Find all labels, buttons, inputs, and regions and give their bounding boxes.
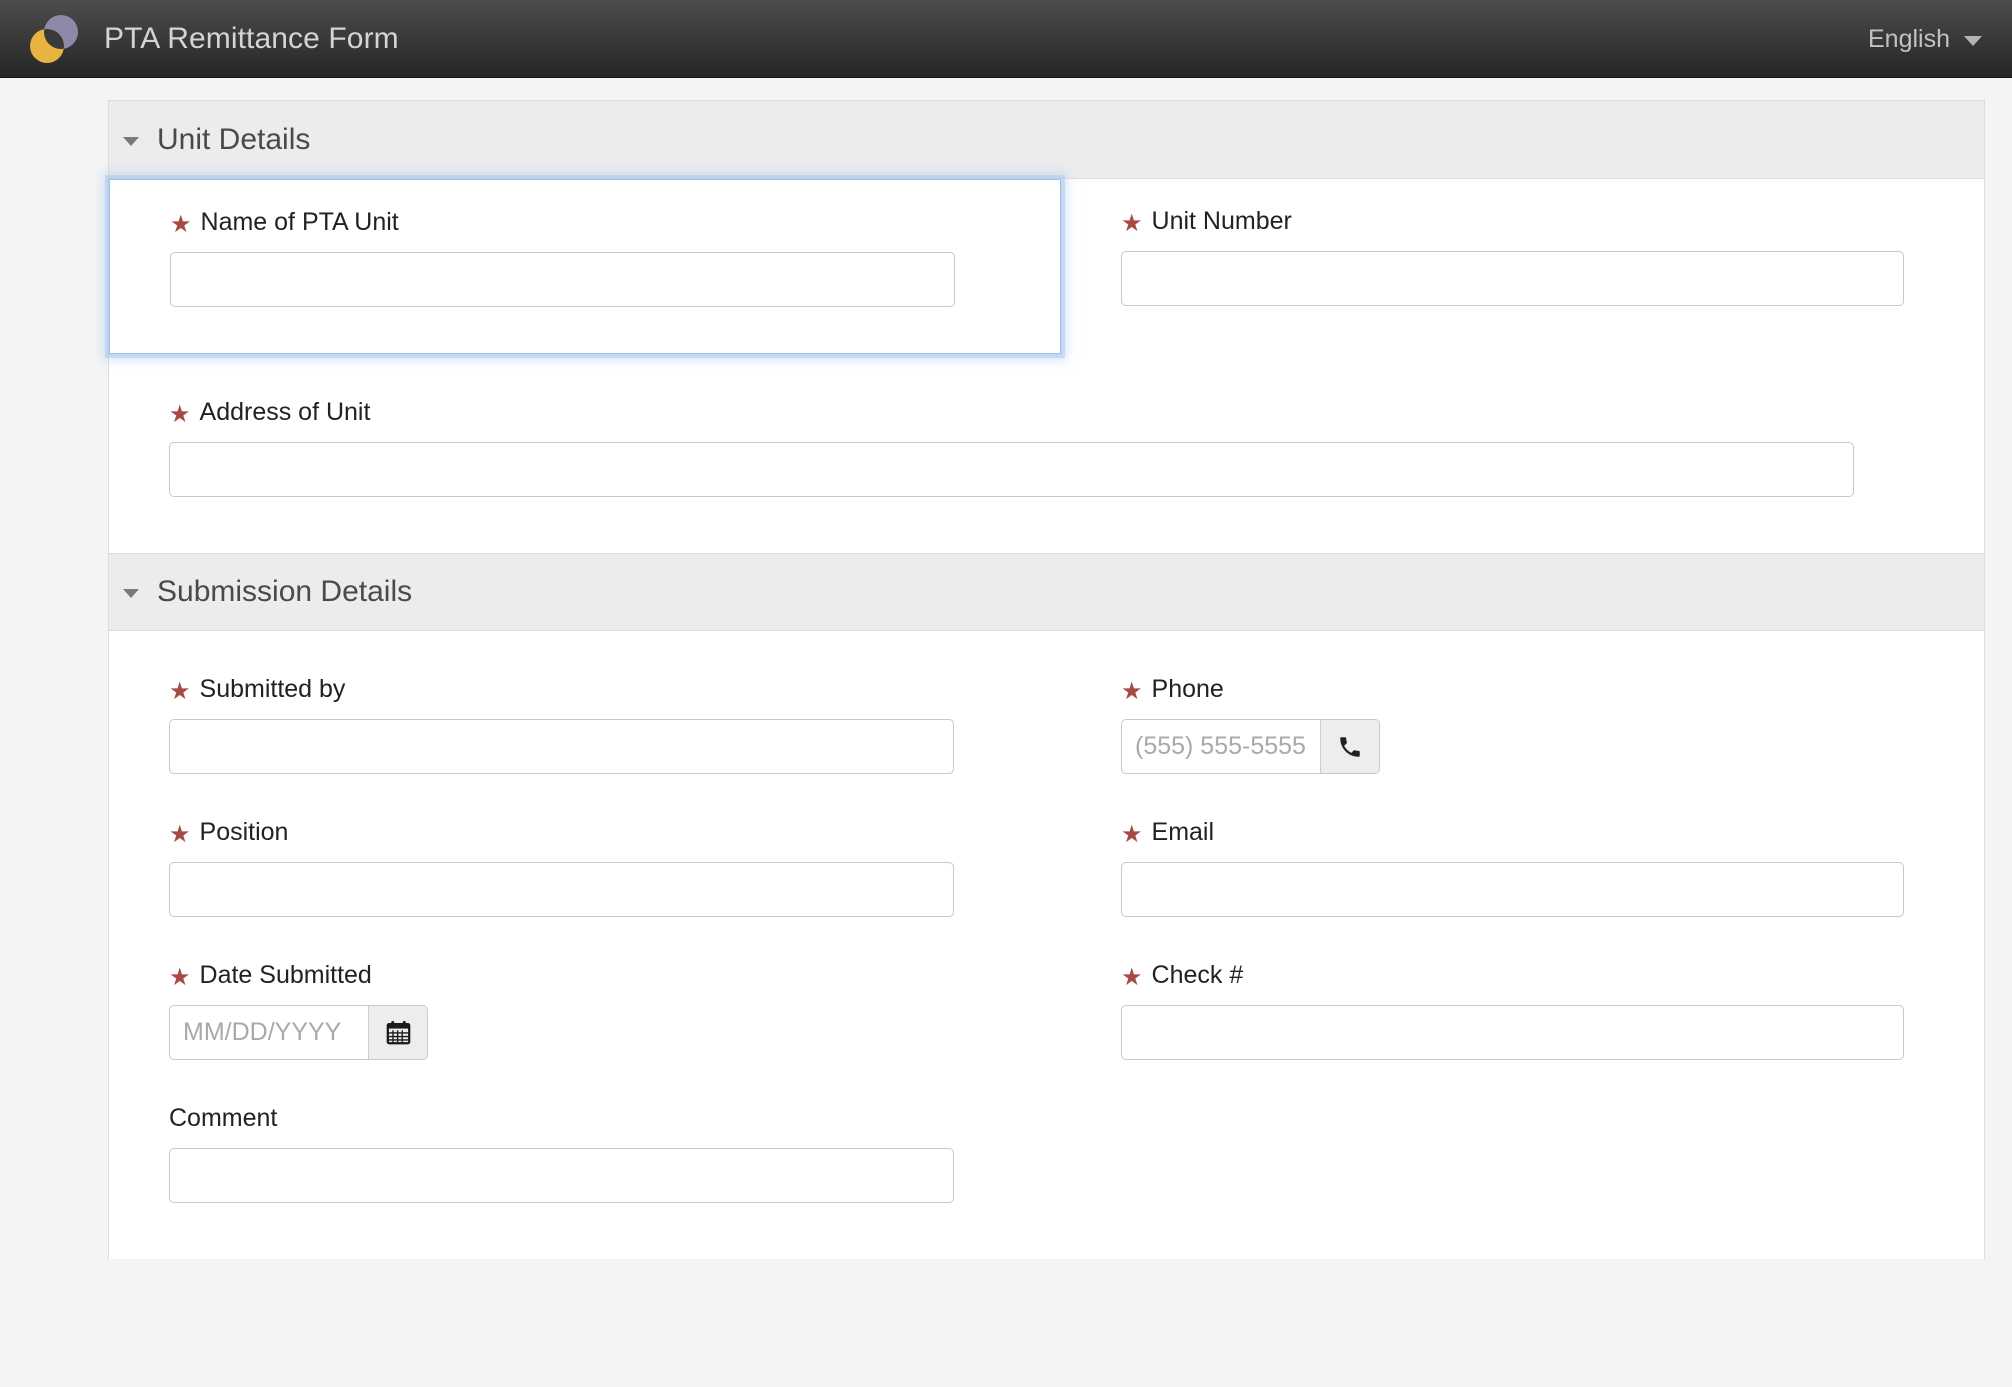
date-submitted-input[interactable] <box>170 1006 368 1059</box>
field-name-of-pta-unit: ★ Name of PTA Unit <box>109 179 1061 354</box>
brand-area: PTA Remittance Form <box>0 11 399 67</box>
field-label: ★ Unit Number <box>1121 207 1966 237</box>
app-title: PTA Remittance Form <box>104 21 399 55</box>
field-label: Comment <box>169 1106 1061 1131</box>
field-phone: ★ Phone <box>1061 677 1966 774</box>
language-selector[interactable]: English <box>1868 0 1982 78</box>
required-asterisk-icon: ★ <box>170 211 192 238</box>
app-header-bar: PTA Remittance Form English <box>0 0 2012 78</box>
field-label: ★ Submitted by <box>169 675 1061 705</box>
field-label: ★ Phone <box>1121 675 1966 705</box>
field-date-submitted: ★ Date Submitted <box>109 963 1061 1060</box>
phone-icon[interactable] <box>1320 720 1379 773</box>
field-label: ★ Name of PTA Unit <box>170 208 1060 238</box>
section-title: Unit Details <box>157 122 311 156</box>
field-row: Comment <box>109 1060 1984 1259</box>
field-label-text: Date Submitted <box>199 961 372 989</box>
section-body-submission-details: ★ Submitted by ★ Phone (555) 555-5555 ★ … <box>109 631 1984 1259</box>
field-row: ★ Address of Unit <box>109 354 1984 553</box>
required-asterisk-icon: ★ <box>1121 210 1143 237</box>
collapse-triangle-icon <box>123 136 139 146</box>
position-input[interactable] <box>169 862 954 917</box>
field-label: ★ Position <box>169 818 1061 848</box>
field-email: ★ Email <box>1061 820 1966 917</box>
field-label-text: Comment <box>169 1104 278 1132</box>
unit-number-input[interactable] <box>1121 251 1904 306</box>
address-of-unit-input[interactable] <box>169 442 1854 497</box>
required-asterisk-icon: ★ <box>169 821 191 848</box>
section-header-unit-details[interactable]: Unit Details <box>109 101 1984 179</box>
required-asterisk-icon: ★ <box>1121 821 1143 848</box>
field-comment: Comment <box>109 1106 1061 1203</box>
date-input-group <box>169 1005 428 1060</box>
field-label-text: Phone <box>1151 675 1224 703</box>
language-label: English <box>1868 24 1950 53</box>
field-check-number: ★ Check # <box>1061 963 1966 1060</box>
email-input[interactable] <box>1121 862 1904 917</box>
collapse-triangle-icon <box>123 589 139 598</box>
required-asterisk-icon: ★ <box>1121 678 1143 705</box>
field-submitted-by: ★ Submitted by <box>109 677 1061 774</box>
name-of-pta-unit-input[interactable] <box>170 252 955 307</box>
chevron-down-icon <box>1964 36 1982 46</box>
required-asterisk-icon: ★ <box>1121 964 1143 991</box>
field-label-text: Submitted by <box>199 675 346 703</box>
submitted-by-input[interactable] <box>169 719 954 774</box>
field-address-of-unit: ★ Address of Unit <box>109 400 1984 497</box>
field-row: ★ Position ★ Email <box>109 774 1984 917</box>
comment-input[interactable] <box>169 1148 954 1203</box>
overlapping-circles-logo <box>26 11 82 67</box>
field-row: ★ Submitted by ★ Phone <box>109 631 1984 774</box>
field-label-text: Address of Unit <box>199 398 371 426</box>
calendar-icon[interactable] <box>368 1006 427 1059</box>
field-label: ★ Date Submitted <box>169 961 1061 991</box>
required-asterisk-icon: ★ <box>169 964 191 991</box>
field-label: ★ Address of Unit <box>169 398 1984 428</box>
field-row: ★ Date Submitted MM/DD/YYYY ★ Check # <box>109 917 1984 1060</box>
field-row: ★ Name of PTA Unit ★ Unit Number <box>109 179 1984 354</box>
required-asterisk-icon: ★ <box>169 401 191 428</box>
form-page: Unit Details ★ Name of PTA Unit ★ Unit N… <box>0 78 2012 1259</box>
phone-input[interactable] <box>1122 720 1320 773</box>
field-label: ★ Email <box>1121 818 1966 848</box>
phone-input-group <box>1121 719 1380 774</box>
field-label-text: Position <box>199 818 289 846</box>
section-title: Submission Details <box>157 575 413 608</box>
field-label-text: Unit Number <box>1151 207 1292 235</box>
section-header-submission-details[interactable]: Submission Details <box>109 553 1984 631</box>
form-card: Unit Details ★ Name of PTA Unit ★ Unit N… <box>108 100 1985 1259</box>
field-unit-number: ★ Unit Number <box>1061 179 1966 306</box>
required-asterisk-icon: ★ <box>169 678 191 705</box>
field-position: ★ Position <box>109 820 1061 917</box>
section-body-unit-details: ★ Name of PTA Unit ★ Unit Number ★ Addre… <box>109 179 1984 553</box>
field-label-text: Name of PTA Unit <box>200 208 399 236</box>
field-label-text: Email <box>1151 818 1215 846</box>
field-label-text: Check # <box>1151 961 1244 989</box>
field-label: ★ Check # <box>1121 961 1966 991</box>
check-number-input[interactable] <box>1121 1005 1904 1060</box>
